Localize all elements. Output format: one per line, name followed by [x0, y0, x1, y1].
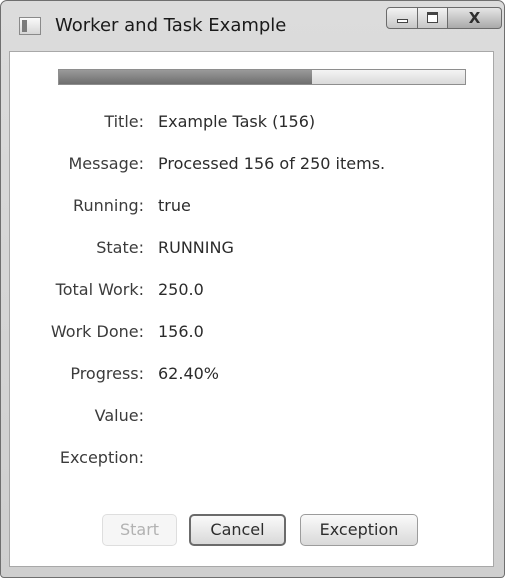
progress-value: 62.40%	[158, 364, 220, 383]
window-title: Worker and Task Example	[55, 15, 287, 36]
state-row: State: RUNNING	[10, 238, 490, 264]
title-label: Title:	[104, 112, 144, 131]
total-work-row: Total Work: 250.0	[10, 280, 490, 306]
title-bar[interactable]: Worker and Task Example X	[1, 1, 504, 51]
content-panel: Title: Example Task (156) Message: Proce…	[9, 51, 494, 567]
work-done-label: Work Done:	[50, 322, 144, 341]
running-value: true	[158, 196, 191, 215]
value-row: Value:	[10, 406, 490, 432]
exception-row: Exception:	[10, 448, 490, 474]
maximize-icon	[427, 12, 438, 23]
total-work-label: Total Work:	[55, 280, 144, 299]
start-button: Start	[102, 514, 177, 546]
work-done-value: 156.0	[158, 322, 204, 341]
minimize-icon	[397, 19, 408, 23]
app-icon[interactable]	[19, 17, 41, 35]
message-value: Processed 156 of 250 items.	[158, 154, 386, 173]
app-window: Worker and Task Example X Title: Example…	[0, 0, 505, 578]
running-label: Running:	[73, 196, 144, 215]
message-row: Message: Processed 156 of 250 items.	[10, 154, 490, 180]
progress-row: Progress: 62.40%	[10, 364, 490, 390]
exception-button[interactable]: Exception	[300, 514, 418, 546]
maximize-button[interactable]	[418, 7, 448, 29]
state-value: RUNNING	[158, 238, 234, 257]
window-controls: X	[386, 7, 502, 29]
total-work-value: 250.0	[158, 280, 204, 299]
state-label: State:	[96, 238, 144, 257]
cancel-button[interactable]: Cancel	[189, 514, 286, 546]
progress-label: Progress:	[70, 364, 144, 383]
progress-bar	[58, 69, 466, 85]
value-label: Value:	[94, 406, 144, 425]
exception-label: Exception:	[59, 448, 144, 467]
title-value: Example Task (156)	[158, 112, 316, 131]
close-icon: X	[468, 9, 481, 27]
progress-bar-fill	[59, 70, 313, 84]
work-done-row: Work Done: 156.0	[10, 322, 490, 348]
close-button[interactable]: X	[448, 7, 502, 29]
running-row: Running: true	[10, 196, 490, 222]
message-label: Message:	[68, 154, 144, 173]
title-row: Title: Example Task (156)	[10, 112, 490, 138]
minimize-button[interactable]	[386, 7, 418, 29]
